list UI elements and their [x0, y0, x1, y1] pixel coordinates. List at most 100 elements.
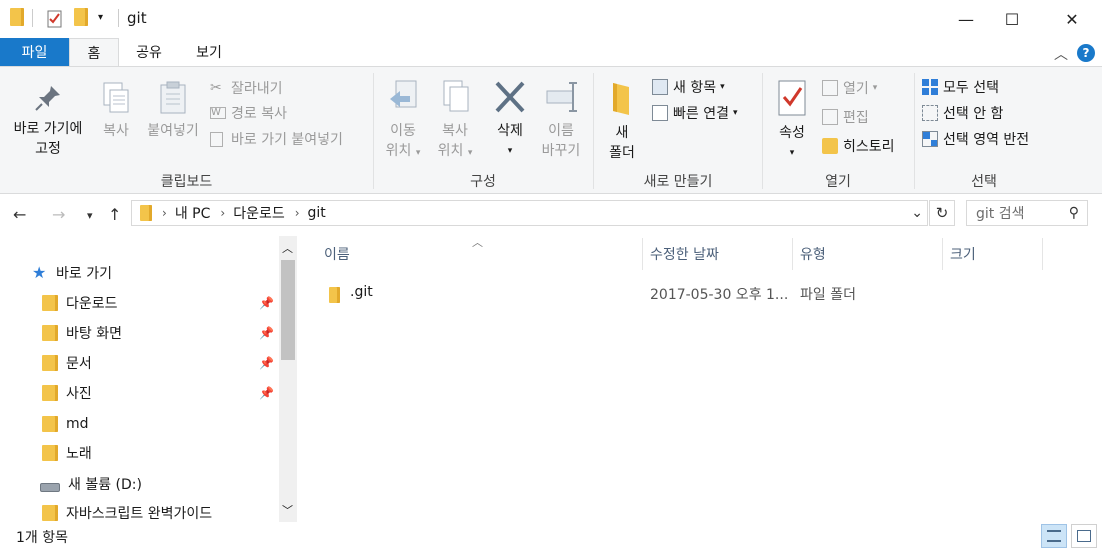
nav-item-label: 노래 — [66, 446, 92, 462]
select-all-button[interactable]: 모두 선택 — [922, 76, 999, 98]
rename-button[interactable]: 이름 바꾸기 — [536, 79, 586, 161]
chevron-right-icon[interactable]: › — [295, 206, 300, 220]
edit-icon — [822, 109, 838, 125]
nav-quick-access-label: 바로 가기 — [56, 266, 112, 282]
new-folder-qa-icon[interactable] — [74, 8, 88, 26]
breadcrumb-git[interactable]: git — [308, 205, 326, 221]
nav-item-music[interactable]: 노래 — [42, 440, 92, 466]
move-to-button[interactable]: 이동 위치 ▾ — [380, 79, 426, 163]
group-label-new: 새로 만들기 — [643, 174, 713, 190]
divider[interactable] — [792, 238, 793, 270]
tab-file[interactable]: 파일 — [0, 38, 69, 66]
column-header-modified[interactable]: 수정한 날짜 — [650, 238, 719, 270]
group-label-open: 열기 — [825, 174, 851, 190]
back-arrow-icon[interactable]: ← — [13, 205, 26, 224]
help-button[interactable]: ? — [1077, 44, 1095, 62]
pin-icon[interactable]: 📌 — [259, 386, 274, 400]
tab-share[interactable]: 공유 — [119, 38, 179, 66]
pin-icon[interactable]: 📌 — [259, 356, 274, 370]
column-header-size[interactable]: 크기 — [950, 238, 976, 270]
chevron-down-icon[interactable]: ⌄ — [911, 205, 923, 221]
breadcrumb-this-pc[interactable]: 내 PC — [175, 203, 211, 223]
select-none-button[interactable]: 선택 안 함 — [922, 102, 1003, 124]
divider[interactable] — [942, 238, 943, 270]
navigation-pane: ★ 바로 가기 다운로드 📌 바탕 화면 📌 문서 📌 사진 📌 md 노래 새… — [0, 236, 298, 523]
breadcrumb-downloads[interactable]: 다운로드 — [233, 203, 285, 223]
easy-access-label: 빠른 연결 — [673, 106, 729, 122]
copy-path-button[interactable]: W 경로 복사 — [210, 102, 287, 124]
pin-label-2: 고정 — [35, 141, 61, 157]
divider — [118, 9, 119, 27]
properties-button[interactable]: 속성 ▾ — [770, 79, 814, 163]
delete-button[interactable]: 삭제 ▾ — [490, 79, 530, 161]
search-placeholder: git 검색 — [976, 206, 1025, 222]
column-header-name[interactable]: 이름 — [324, 238, 350, 270]
copy-to-button[interactable]: 복사 위치 ▾ — [432, 79, 478, 163]
details-view-button[interactable] — [1041, 524, 1067, 548]
minimize-button[interactable]: — — [943, 0, 989, 38]
large-icons-view-button[interactable] — [1071, 524, 1097, 548]
copy-icon — [100, 81, 132, 115]
move-to-label: 이동 — [390, 123, 416, 139]
tab-view[interactable]: 보기 — [179, 38, 239, 66]
paste-shortcut-icon — [210, 131, 223, 147]
scissors-icon: ✂ — [210, 80, 222, 96]
nav-quick-access[interactable]: ★ 바로 가기 — [32, 260, 112, 286]
pin-to-quick-access-button[interactable]: 바로 가기에 고정 — [6, 83, 90, 159]
nav-item-label: 바탕 화면 — [66, 326, 122, 342]
up-arrow-icon[interactable]: ↑ — [108, 205, 121, 224]
group-label-clipboard: 클립보드 — [160, 174, 213, 190]
history-label: 히스토리 — [843, 139, 895, 155]
maximize-button[interactable]: ☐ — [989, 0, 1035, 38]
scrollbar-thumb[interactable] — [281, 260, 295, 360]
copy-button[interactable]: 복사 — [96, 81, 136, 141]
nav-item-label: 문서 — [66, 356, 92, 372]
history-button[interactable]: 히스토리 — [822, 135, 895, 157]
nav-item-desktop[interactable]: 바탕 화면 — [42, 320, 122, 346]
down-caret-icon[interactable]: ▾ — [98, 12, 103, 23]
divider[interactable] — [642, 238, 643, 270]
search-icon[interactable]: ⚲ — [1069, 205, 1079, 221]
move-to-label-2: 위치 — [385, 143, 412, 159]
nav-item-drive-d[interactable]: 새 볼륨 (D:) — [40, 471, 142, 497]
file-row[interactable]: .git 2017-05-30 오후 1... 파일 폴더 — [319, 280, 1044, 306]
select-none-label: 선택 안 함 — [943, 106, 1004, 122]
item-count: 1개 항목 — [16, 530, 68, 546]
select-none-icon — [922, 105, 938, 121]
open-button[interactable]: 열기 ▾ — [822, 77, 877, 99]
nav-item-pictures[interactable]: 사진 — [42, 380, 92, 406]
drive-icon — [40, 482, 60, 492]
nav-item-md[interactable]: md — [42, 411, 89, 437]
scroll-up-icon[interactable]: ︿ — [282, 240, 293, 256]
chevron-right-icon[interactable]: › — [220, 206, 225, 220]
refresh-button[interactable]: ↻ — [929, 200, 955, 226]
nav-item-documents[interactable]: 문서 — [42, 350, 92, 376]
paste-button[interactable]: 붙여넣기 — [142, 81, 204, 141]
chevron-right-icon[interactable]: › — [162, 206, 167, 220]
pin-icon[interactable]: 📌 — [259, 296, 274, 310]
forward-arrow-icon[interactable]: → — [52, 205, 65, 224]
search-input[interactable]: git 검색 ⚲ — [966, 200, 1088, 226]
paste-shortcut-label: 바로 가기 붙여넣기 — [231, 132, 343, 148]
new-folder-button[interactable]: 새 폴더 — [602, 79, 642, 163]
collapse-ribbon-icon[interactable]: ︿ — [1054, 44, 1068, 64]
paste-shortcut-button[interactable]: 바로 가기 붙여넣기 — [210, 128, 343, 150]
cut-button[interactable]: ✂ 잘라내기 — [210, 77, 283, 99]
invert-selection-button[interactable]: 선택 영역 반전 — [922, 128, 1029, 150]
pin-label: 바로 가기에 — [13, 121, 83, 137]
recent-locations-icon[interactable]: ▾ — [87, 209, 93, 222]
column-header-type[interactable]: 유형 — [800, 238, 826, 270]
divider[interactable] — [1042, 238, 1043, 270]
edit-button[interactable]: 편집 — [822, 106, 869, 128]
select-all-icon — [922, 79, 938, 95]
easy-access-button[interactable]: 빠른 연결 ▾ — [652, 102, 738, 124]
address-bar[interactable]: › 내 PC › 다운로드 › git ⌄ — [131, 200, 928, 226]
tab-home[interactable]: 홈 — [69, 38, 119, 66]
nav-item-downloads[interactable]: 다운로드 — [42, 290, 118, 316]
pin-icon[interactable]: 📌 — [259, 326, 274, 340]
new-item-button[interactable]: 새 항목 ▾ — [652, 76, 725, 98]
properties-qa-icon[interactable] — [47, 10, 63, 28]
properties-icon — [777, 79, 807, 117]
close-button[interactable]: ✕ — [1049, 0, 1095, 38]
scroll-down-icon[interactable]: ﹀ — [282, 502, 293, 518]
